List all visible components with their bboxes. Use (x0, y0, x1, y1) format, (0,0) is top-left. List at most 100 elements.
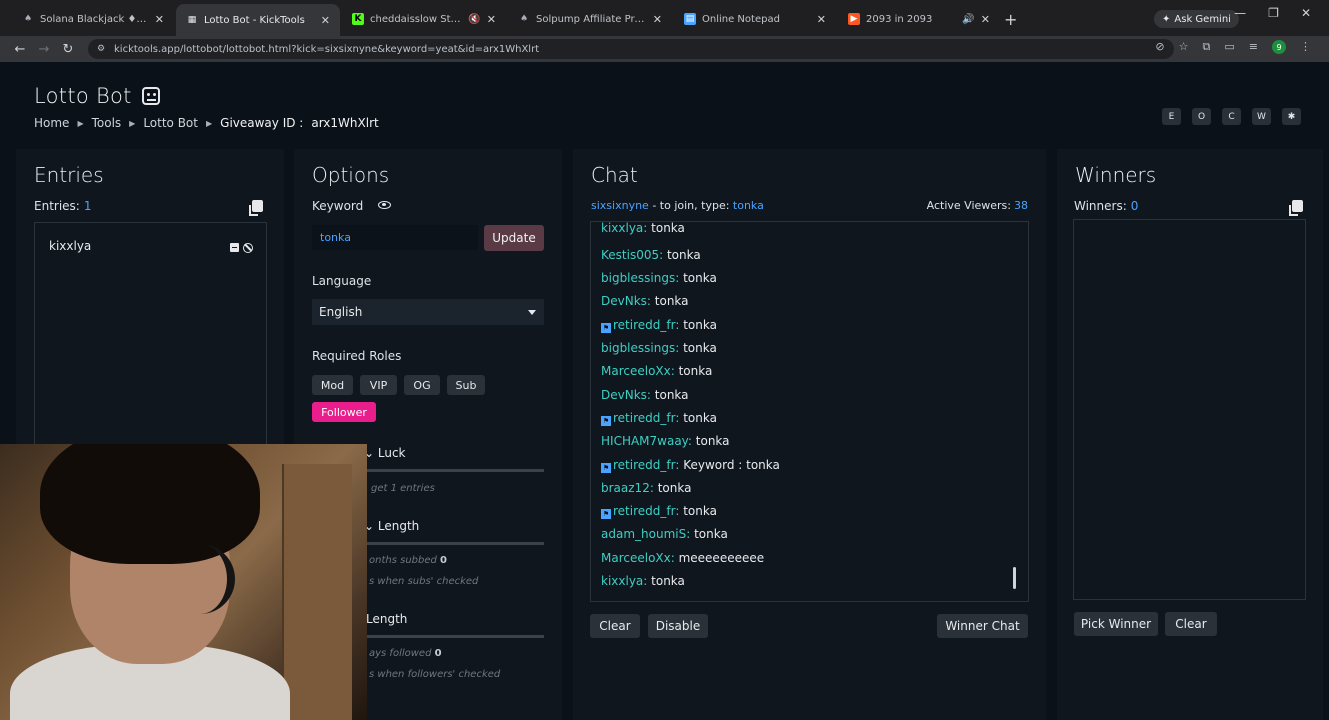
chat-panel: Chat sixsixnyne - to join, type: tonka A… (573, 149, 1046, 720)
theme-button-w[interactable]: W (1252, 108, 1271, 125)
close-tab-icon[interactable]: ✕ (155, 13, 164, 26)
muted-icon[interactable]: 🔇 (468, 14, 480, 25)
new-tab-button[interactable]: + (1004, 10, 1017, 29)
reload-icon[interactable]: ↻ (56, 42, 80, 57)
chat-message: Kestis005: tonka (601, 248, 701, 262)
webcam-person-hair (40, 444, 260, 564)
keyword-input[interactable] (312, 225, 478, 250)
close-window-icon[interactable]: ✕ (1301, 6, 1311, 20)
theme-button-c[interactable]: C (1222, 108, 1241, 125)
sidebar-icon[interactable]: ▭ (1224, 40, 1234, 54)
browser-tab-2[interactable]: ▦ Lotto Bot - KickTools ✕ (176, 4, 340, 36)
profile-avatar[interactable]: 9 (1272, 40, 1286, 54)
entries-title: Entries (34, 163, 104, 187)
required-roles-label: Required Roles (312, 349, 402, 363)
chat-message: ⚑ retiredd_fr: Keyword : tonka (601, 458, 780, 473)
chat-message: MarceeloXx: tonka (601, 364, 713, 378)
webcam-background-door (282, 464, 352, 720)
close-tab-icon[interactable]: ✕ (817, 13, 826, 26)
breadcrumb-lotto[interactable]: Lotto Bot (143, 116, 198, 130)
extensions-icon[interactable]: ⧉ (1203, 40, 1211, 54)
role-vip-button[interactable]: VIP (360, 375, 397, 395)
toolbar-icons: ⊘ ☆ ⧉ ▭ ≡ 9 ⋮ (1155, 40, 1311, 54)
chevron-right-icon: ▶ (129, 118, 136, 128)
media-icon[interactable]: ≡ (1249, 40, 1258, 54)
ask-gemini-button[interactable]: ✦ Ask Gemini (1154, 10, 1239, 28)
settings-button[interactable]: ✱ (1282, 108, 1301, 125)
update-button[interactable]: Update (484, 225, 544, 251)
browser-tab-6[interactable]: ▶ 2093 in 2093 🔊 ✕ (838, 6, 1000, 32)
winners-clear-button[interactable]: Clear (1165, 612, 1217, 636)
role-follower-button[interactable]: Follower (312, 402, 376, 422)
role-mod-button[interactable]: Mod (312, 375, 353, 395)
chat-messages[interactable]: kixxlya: tonka Kestis005: tonka bigbless… (590, 221, 1029, 602)
luck-note: get 1 entries (371, 483, 435, 494)
copy-entries-icon[interactable] (249, 200, 263, 216)
active-viewers: Active Viewers: 38 (926, 199, 1028, 212)
minimize-icon[interactable]: — (1234, 6, 1246, 20)
og-badge-icon: ⚑ (601, 509, 611, 519)
back-arrow-icon[interactable]: ← (8, 42, 32, 57)
ban-entry-icon[interactable] (243, 243, 253, 253)
site-info-icon[interactable]: ⚙ (97, 44, 105, 54)
chat-message: HICHAM7waay: tonka (601, 434, 730, 448)
winners-title: Winners (1075, 163, 1157, 187)
role-og-button[interactable]: OG (404, 375, 440, 395)
follow-days-note: ays followed 0 (369, 648, 442, 659)
giveaway-id: arx1WhXlrt (311, 116, 379, 130)
theme-button-e[interactable]: E (1162, 108, 1181, 125)
maximize-icon[interactable]: ❐ (1268, 6, 1279, 20)
menu-kebab-icon[interactable]: ⋮ (1300, 40, 1311, 54)
close-tab-icon[interactable]: ✕ (487, 13, 496, 26)
close-tab-icon[interactable]: ✕ (321, 14, 330, 27)
browser-tab-1[interactable]: ♠ Solana Blackjack ♦ 3:2 SOL Pay ✕ (12, 6, 174, 32)
entry-name: kixxlya (49, 239, 92, 253)
browser-tab-3[interactable]: K cheddaisslow Stream - Wa 🔇 ✕ (342, 6, 506, 32)
close-tab-icon[interactable]: ✕ (981, 13, 990, 26)
forward-arrow-icon[interactable]: → (32, 42, 56, 57)
robot-icon (141, 87, 160, 105)
og-badge-icon: ⚑ (601, 416, 611, 426)
solpump-logo-icon: ♠ (519, 14, 529, 24)
winner-chat-button[interactable]: Winner Chat (937, 614, 1028, 638)
chat-message: ⚑ retiredd_fr: tonka (601, 318, 717, 333)
entries-count: Entries: 1 (34, 199, 92, 213)
camera-blocked-icon[interactable]: ⊘ (1155, 40, 1164, 54)
breadcrumb-home[interactable]: Home (34, 116, 69, 130)
audio-icon[interactable]: 🔊 (962, 14, 974, 25)
close-tab-icon[interactable]: ✕ (653, 13, 662, 26)
theme-buttons: E O C W ✱ (1162, 108, 1301, 125)
kicktools-logo-icon: ▦ (187, 15, 197, 25)
chat-message: ⚑ retiredd_fr: tonka (601, 411, 717, 426)
sub-when-note: s when subs' checked (369, 576, 479, 587)
chat-scrollbar[interactable] (1013, 567, 1016, 589)
giveaway-label: Giveaway ID : (220, 116, 304, 130)
browser-tab-5[interactable]: ▤ Online Notepad ✕ (674, 6, 836, 32)
eye-icon[interactable] (378, 201, 391, 209)
language-select[interactable]: English (312, 299, 544, 325)
chevron-right-icon: ▶ (77, 118, 84, 128)
theme-button-o[interactable]: O (1192, 108, 1211, 125)
chat-clear-button[interactable]: Clear (590, 614, 640, 638)
sub-months-note: onths subbed 0 (369, 555, 448, 566)
page-title: Lotto Bot (34, 84, 160, 108)
copy-winners-icon[interactable] (1289, 200, 1303, 216)
og-badge-icon: ⚑ (601, 323, 611, 333)
chat-message: MarceeloXx: meeeeeeeeee (601, 551, 765, 565)
remove-entry-icon[interactable] (230, 243, 239, 252)
role-sub-button[interactable]: Sub (447, 375, 485, 395)
bookmark-star-icon[interactable]: ☆ (1179, 40, 1189, 54)
video-logo-icon: ▶ (848, 13, 860, 25)
chat-message: braaz12: tonka (601, 481, 692, 495)
url-field[interactable]: ⚙ kicktools.app/lottobot/lottobot.html?k… (88, 39, 1174, 59)
breadcrumb-tools[interactable]: Tools (92, 116, 122, 130)
pick-winner-button[interactable]: Pick Winner (1074, 612, 1158, 636)
browser-tab-4[interactable]: ♠ Solpump Affiliate Program | Ea ✕ (508, 6, 672, 32)
luck-heading: ⌄ Luck (364, 446, 406, 460)
gemini-sparkle-icon: ✦ (1162, 13, 1171, 25)
keyword-label: Keyword (312, 199, 364, 213)
chat-disable-button[interactable]: Disable (648, 614, 708, 638)
follow-length-heading: Length (366, 612, 408, 626)
caret-down-icon (528, 310, 536, 315)
chat-message: bigblessings: tonka (601, 271, 717, 285)
